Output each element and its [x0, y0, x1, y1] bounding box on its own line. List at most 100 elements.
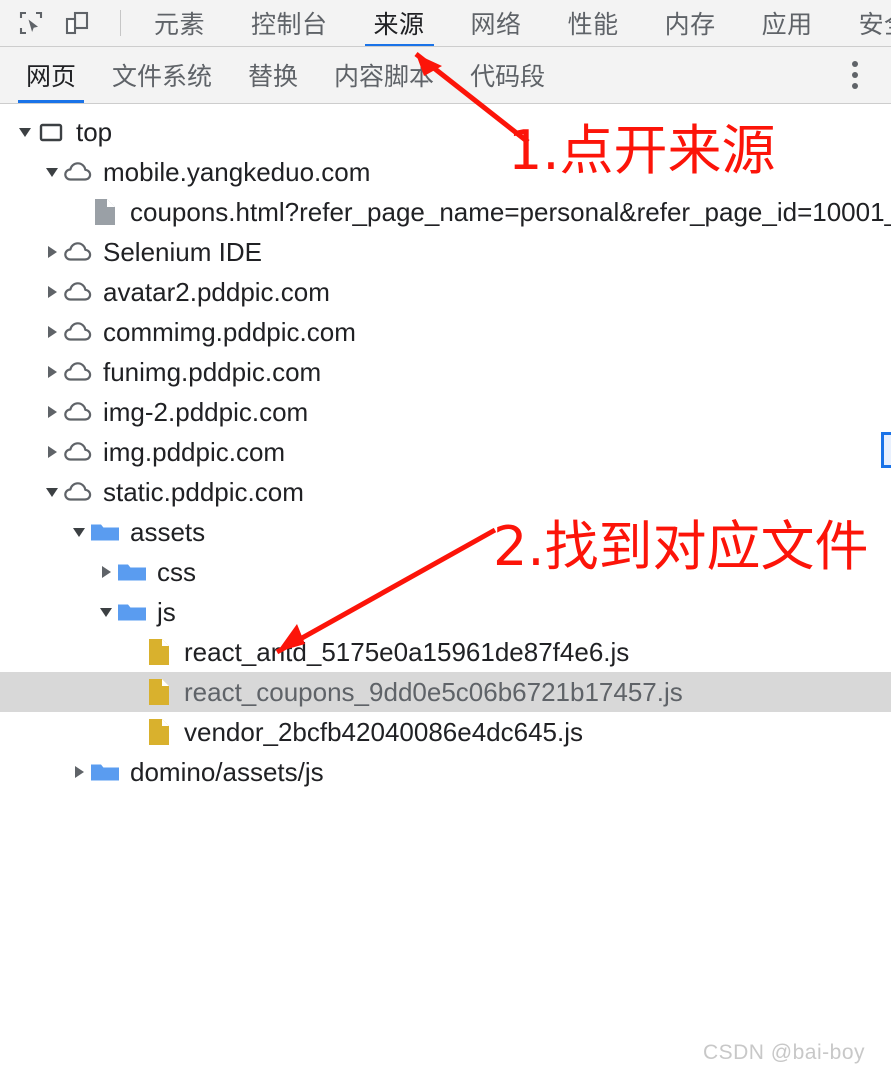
- sources-navigator-tabs: 网页 文件系统 替换 内容脚本 代码段: [0, 47, 891, 104]
- tab-memory-label: 内存: [664, 11, 716, 39]
- sources-navigator-tree: top mobile.yangkeduo.com coupons.html?refe…: [0, 104, 891, 1077]
- annotation-step-2: 2.找到对应文件: [493, 515, 869, 578]
- folder-icon: [117, 597, 147, 627]
- chevron-right-icon[interactable]: [41, 321, 63, 343]
- sub-tab-group: 网页 文件系统 替换 内容脚本 代码段: [0, 47, 827, 103]
- kebab-dot: [852, 72, 858, 78]
- chevron-down-icon[interactable]: [95, 601, 117, 623]
- chevron-right-icon[interactable]: [41, 361, 63, 383]
- tree-row[interactable]: img.pddpic.com: [0, 432, 891, 472]
- subtab-snippets-label: 代码段: [470, 63, 546, 91]
- tab-security[interactable]: 安全: [836, 0, 891, 46]
- chevron-right-icon[interactable]: [41, 441, 63, 463]
- tree-row[interactable]: commimg.pddpic.com: [0, 312, 891, 352]
- tree-row-label: funimg.pddpic.com: [103, 357, 322, 387]
- js-file-icon: [144, 637, 174, 667]
- devtools-window: 元素 控制台 来源 网络 性能 内存 应用 安全 网页 文件系统 替换 内容脚本…: [0, 0, 891, 1077]
- tree-root: top mobile.yangkeduo.com coupons.html?refe…: [0, 104, 891, 792]
- inspect-element-icon[interactable]: [14, 6, 48, 40]
- tree-row[interactable]: img-2.pddpic.com: [0, 392, 891, 432]
- tree-row[interactable]: Selenium IDE: [0, 232, 891, 272]
- tree-row-label: domino/assets/js: [130, 757, 324, 787]
- tab-console[interactable]: 控制台: [228, 0, 351, 46]
- cloud-icon: [63, 317, 93, 347]
- folder-icon: [90, 757, 120, 787]
- frame-icon: [36, 117, 66, 147]
- folder-icon: [90, 517, 120, 547]
- tree-row-label: coupons.html?refer_page_name=personal&re…: [130, 197, 891, 227]
- tree-row-label: js: [157, 597, 176, 627]
- chevron-right-icon[interactable]: [41, 281, 63, 303]
- toolbar-icon-group: [0, 6, 131, 40]
- document-icon: [90, 197, 120, 227]
- devtools-main-toolbar: 元素 控制台 来源 网络 性能 内存 应用 安全: [0, 0, 891, 47]
- subtab-overrides-label: 替换: [248, 63, 299, 91]
- chevron-right-icon[interactable]: [41, 401, 63, 423]
- toolbar-divider: [120, 10, 121, 36]
- tab-network[interactable]: 网络: [448, 0, 545, 46]
- cloud-icon: [63, 477, 93, 507]
- subtab-page[interactable]: 网页: [8, 47, 94, 103]
- tree-row-label: Selenium IDE: [103, 237, 262, 267]
- chevron-right-icon[interactable]: [41, 241, 63, 263]
- tab-application-label: 应用: [761, 11, 813, 39]
- js-file-icon: [144, 677, 174, 707]
- tab-sources[interactable]: 来源: [351, 0, 448, 46]
- tab-application[interactable]: 应用: [739, 0, 836, 46]
- tree-row-label: top: [76, 117, 113, 147]
- subtab-content-scripts[interactable]: 内容脚本: [316, 47, 452, 103]
- kebab-dot: [852, 61, 858, 67]
- more-options-icon[interactable]: [827, 47, 883, 103]
- tree-row[interactable]: avatar2.pddpic.com: [0, 272, 891, 312]
- tree-row[interactable]: react_antd_5175e0a15961de87f4e6.js: [0, 632, 891, 672]
- cloud-icon: [63, 237, 93, 267]
- tree-row[interactable]: vendor_2bcfb42040086e4dc645.js: [0, 712, 891, 752]
- edge-highlight-panel: [881, 432, 891, 468]
- tab-memory[interactable]: 内存: [642, 0, 739, 46]
- tree-row[interactable]: funimg.pddpic.com: [0, 352, 891, 392]
- tab-security-label: 安全: [858, 11, 891, 39]
- tab-performance-label: 性能: [567, 11, 619, 39]
- chevron-right-icon[interactable]: [68, 761, 90, 783]
- device-toolbar-icon[interactable]: [60, 6, 94, 40]
- subtab-filesystem[interactable]: 文件系统: [94, 47, 230, 103]
- subtab-page-label: 网页: [26, 63, 77, 91]
- chevron-down-icon[interactable]: [14, 121, 36, 143]
- tree-row[interactable]: react_coupons_9dd0e5c06b6721b17457.js: [0, 672, 891, 712]
- folder-icon: [117, 557, 147, 587]
- tab-elements-label: 元素: [154, 11, 206, 39]
- tab-network-label: 网络: [470, 11, 522, 39]
- cloud-icon: [63, 397, 93, 427]
- tab-elements[interactable]: 元素: [131, 0, 228, 46]
- chevron-down-icon[interactable]: [41, 161, 63, 183]
- cloud-icon: [63, 277, 93, 307]
- cloud-icon: [63, 157, 93, 187]
- tree-row-label: mobile.yangkeduo.com: [103, 157, 371, 187]
- cloud-icon: [63, 357, 93, 387]
- cloud-icon: [63, 437, 93, 467]
- tree-row-label: avatar2.pddpic.com: [103, 277, 330, 307]
- tree-row[interactable]: domino/assets/js: [0, 752, 891, 792]
- csdn-watermark: CSDN @bai-boy: [702, 1041, 865, 1064]
- tree-row-label: static.pddpic.com: [103, 477, 304, 507]
- subtab-filesystem-label: 文件系统: [112, 63, 213, 91]
- tree-row-label: img.pddpic.com: [103, 437, 286, 467]
- chevron-down-icon[interactable]: [41, 481, 63, 503]
- js-file-icon: [144, 717, 174, 747]
- tree-row[interactable]: coupons.html?refer_page_name=personal&re…: [0, 192, 891, 232]
- tree-row-label: css: [157, 557, 196, 587]
- tab-performance[interactable]: 性能: [545, 0, 642, 46]
- tree-row-label: vendor_2bcfb42040086e4dc645.js: [184, 717, 584, 747]
- tab-console-label: 控制台: [251, 11, 328, 39]
- tree-row-label: commimg.pddpic.com: [103, 317, 356, 347]
- subtab-snippets[interactable]: 代码段: [452, 47, 563, 103]
- tree-row[interactable]: js: [0, 592, 891, 632]
- subtab-overrides[interactable]: 替换: [230, 47, 316, 103]
- chevron-right-icon[interactable]: [95, 561, 117, 583]
- subtab-content-scripts-label: 内容脚本: [334, 63, 435, 91]
- chevron-down-icon[interactable]: [68, 521, 90, 543]
- tree-row-label: img-2.pddpic.com: [103, 397, 309, 427]
